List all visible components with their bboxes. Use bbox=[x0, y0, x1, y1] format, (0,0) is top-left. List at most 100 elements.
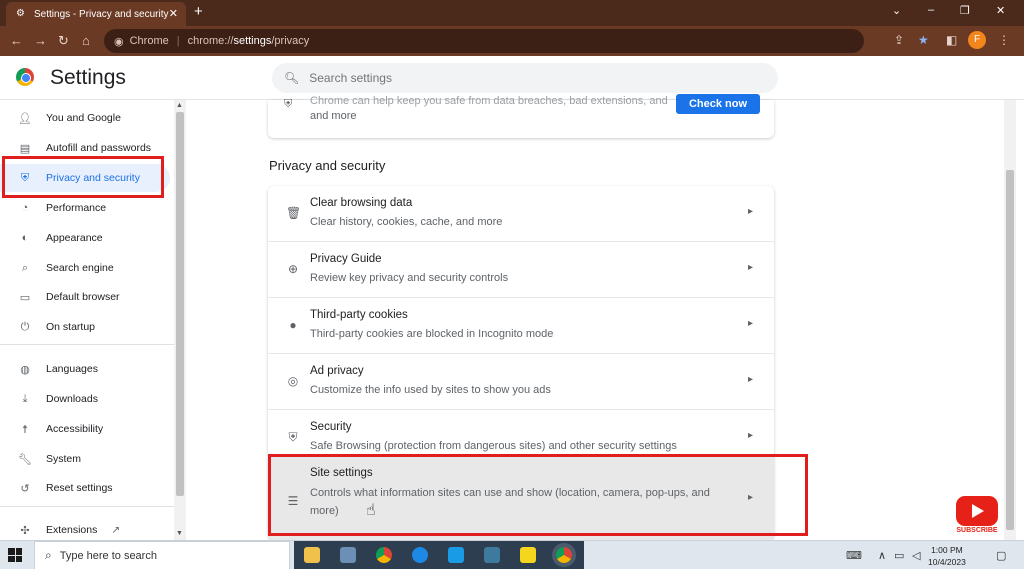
windows-taskbar: ⌕ Type here to search ⌨ ∧ ▭ ◁ 1:00 PM 10… bbox=[0, 540, 1024, 569]
network-icon[interactable]: ▭ bbox=[894, 549, 904, 562]
settings-search[interactable]: 🔍︎ bbox=[272, 63, 778, 93]
reload-icon[interactable]: ↻ bbox=[58, 33, 69, 49]
window-close-button[interactable]: ✕ bbox=[996, 4, 1005, 17]
tab-title: Settings - Privacy and security bbox=[34, 8, 169, 20]
row-third-party-cookies[interactable]: ● Third-party cookies Third-party cookie… bbox=[268, 298, 774, 354]
share-icon[interactable]: ⇪ bbox=[894, 33, 904, 47]
restore-button[interactable]: ❐ bbox=[960, 4, 970, 17]
main-scrollbar[interactable] bbox=[1004, 100, 1016, 540]
row-ad-privacy[interactable]: ◎ Ad privacy Customize the info used by … bbox=[268, 354, 774, 410]
sidebar-item-accessibility[interactable]: ☨ Accessibility bbox=[0, 415, 170, 443]
search-input[interactable] bbox=[309, 71, 710, 85]
taskbar-search[interactable]: ⌕ Type here to search bbox=[34, 541, 290, 569]
palette-icon: ◐ bbox=[21, 232, 29, 244]
windows-start-icon[interactable] bbox=[8, 548, 22, 562]
chevron-right-icon: ▸ bbox=[748, 374, 754, 385]
cookie-icon: ● bbox=[289, 318, 297, 332]
settings-header: Settings 🔍︎ bbox=[0, 56, 1024, 100]
sidebar-scrollbar[interactable]: ▲ ▼ bbox=[174, 100, 186, 540]
file-explorer-icon[interactable] bbox=[304, 547, 320, 563]
minimize-button[interactable]: – bbox=[928, 4, 934, 16]
reset-icon: ↺ bbox=[20, 482, 30, 495]
highlight-box-privacy bbox=[2, 156, 164, 198]
sidebar-item-search-engine[interactable]: ⌕ Search engine bbox=[0, 254, 170, 282]
check-now-button[interactable]: Check now bbox=[676, 94, 760, 114]
person-icon: 👤︎ bbox=[18, 112, 32, 125]
sidebar-divider bbox=[0, 506, 174, 507]
skype-icon[interactable] bbox=[448, 547, 464, 563]
tab-search-icon[interactable]: ⌄ bbox=[892, 4, 901, 17]
compass-icon: ⊕ bbox=[287, 262, 299, 276]
back-icon[interactable]: ← bbox=[10, 33, 23, 48]
home-icon[interactable]: ⌂ bbox=[82, 33, 90, 48]
chevron-right-icon: ▸ bbox=[748, 206, 754, 217]
trash-icon: 🗑︎ bbox=[286, 206, 302, 220]
installer-icon[interactable] bbox=[484, 547, 500, 563]
safety-check-text-more: and more bbox=[310, 110, 357, 122]
omnibox-url: chrome://settings/privacy bbox=[187, 35, 310, 47]
scroll-down-arrow-icon[interactable]: ▼ bbox=[176, 530, 183, 537]
scroll-up-arrow-icon[interactable]: ▲ bbox=[176, 102, 183, 109]
forward-icon[interactable]: → bbox=[34, 33, 47, 48]
menu-icon[interactable]: ⋮ bbox=[998, 33, 1010, 47]
section-title: Privacy and security bbox=[269, 158, 386, 173]
sidebar-divider bbox=[0, 344, 174, 345]
sidebar-item-default-browser[interactable]: ▭ Default browser bbox=[0, 283, 170, 311]
sidebar-item-on-startup[interactable]: ⏻ On startup bbox=[0, 313, 170, 341]
screen: ⚙ Settings - Privacy and security ✕ + ⌄ … bbox=[0, 0, 1024, 569]
taskbar-apps bbox=[294, 541, 584, 569]
notepad-icon[interactable] bbox=[340, 547, 356, 563]
settings-gear-icon: ⚙ bbox=[16, 8, 25, 19]
main-scroll-thumb[interactable] bbox=[1006, 170, 1014, 530]
address-bar[interactable]: ◉ Chrome | chrome://settings/privacy bbox=[104, 29, 864, 53]
accessibility-icon: ☨ bbox=[22, 423, 28, 436]
sticky-notes-icon[interactable] bbox=[520, 547, 536, 563]
chrome-site-icon: ◉ bbox=[114, 35, 124, 48]
volume-icon[interactable]: ◁ bbox=[912, 549, 920, 562]
taskbar-clock[interactable]: 1:00 PM 10/4/2023 bbox=[928, 544, 966, 568]
row-privacy-guide[interactable]: ⊕ Privacy Guide Review key privacy and s… bbox=[268, 242, 774, 298]
sidebar-item-you-and-google[interactable]: 👤︎ You and Google bbox=[0, 104, 170, 132]
safety-check-card: ⛨ Chrome can help keep you safe from dat… bbox=[268, 94, 774, 138]
clock-date: 10/4/2023 bbox=[928, 557, 966, 567]
sidebar-scroll-thumb[interactable] bbox=[176, 112, 184, 496]
new-tab-button[interactable]: + bbox=[194, 3, 203, 20]
sidebar-item-reset[interactable]: ↺ Reset settings bbox=[0, 474, 170, 502]
sidebar-item-appearance[interactable]: ◐ Appearance bbox=[0, 224, 170, 252]
sidebar-item-performance[interactable]: ◔ Performance bbox=[0, 194, 170, 222]
notification-icon[interactable]: ▢ bbox=[996, 549, 1006, 562]
chrome-taskbar-icon[interactable] bbox=[376, 547, 392, 563]
chevron-right-icon: ▸ bbox=[748, 318, 754, 329]
sidebar-item-system[interactable]: 🔧︎ System bbox=[0, 445, 170, 473]
speedometer-icon: ◔ bbox=[21, 202, 29, 214]
profile-avatar[interactable]: F bbox=[968, 31, 986, 49]
sidebar-item-languages[interactable]: ◍ Languages bbox=[0, 355, 170, 383]
row-clear-browsing-data[interactable]: 🗑︎ Clear browsing data Clear history, co… bbox=[268, 186, 774, 242]
download-icon: ⤓ bbox=[22, 392, 28, 405]
shield-icon: ⛨ bbox=[288, 430, 298, 444]
bookmark-star-icon[interactable]: ★ bbox=[918, 33, 929, 47]
search-icon: ⌕ bbox=[21, 261, 29, 274]
subscribe-badge[interactable]: SUBSCRIBE bbox=[954, 496, 1000, 540]
taskbar-search-placeholder: Type here to search bbox=[59, 549, 157, 562]
keyboard-icon[interactable]: ⌨ bbox=[846, 549, 862, 562]
search-icon: 🔍︎ bbox=[284, 71, 300, 85]
ad-privacy-icon: ◎ bbox=[287, 374, 299, 388]
globe-icon: ◍ bbox=[20, 363, 30, 376]
side-panel-icon[interactable]: ◧ bbox=[946, 33, 957, 47]
browser-toolbar: ← → ↻ ⌂ ◉ Chrome | chrome://settings/pri… bbox=[0, 26, 1024, 56]
search-icon: ⌕ bbox=[45, 548, 52, 562]
mouse-cursor-icon: ☝ bbox=[366, 502, 376, 519]
power-icon: ⏻ bbox=[20, 320, 30, 333]
browser-tab[interactable]: ⚙ Settings - Privacy and security ✕ bbox=[6, 2, 186, 26]
app-c-icon[interactable] bbox=[412, 547, 428, 563]
tray-chevron-icon[interactable]: ∧ bbox=[878, 549, 886, 562]
chrome-logo-icon bbox=[16, 68, 34, 86]
chrome-active-icon[interactable] bbox=[556, 547, 572, 563]
tab-close-icon[interactable]: ✕ bbox=[169, 7, 178, 20]
omnibox-separator: | bbox=[176, 35, 180, 47]
sidebar-item-downloads[interactable]: ⤓ Downloads bbox=[0, 385, 170, 413]
chevron-right-icon: ▸ bbox=[748, 262, 754, 273]
wrench-icon: 🔧︎ bbox=[18, 453, 32, 466]
clock-time: 1:00 PM bbox=[931, 545, 963, 555]
